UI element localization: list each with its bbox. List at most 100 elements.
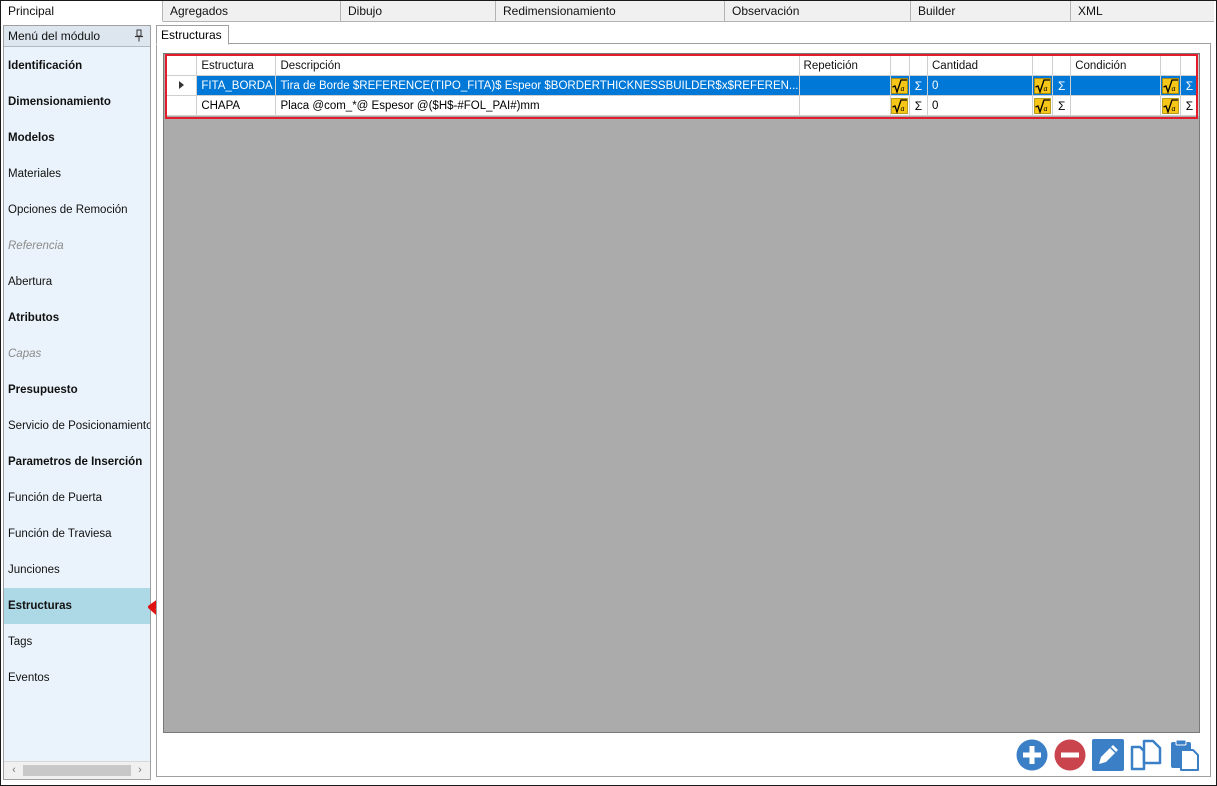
header-condicion[interactable]: Condición [1070, 55, 1161, 76]
tab-xml[interactable]: XML [1071, 1, 1214, 21]
tab-redimensionamiento[interactable]: Redimensionamiento [496, 1, 725, 21]
cell-fx[interactable]: a [889, 75, 911, 96]
sidebar-items: Identificación Dimensionamiento Modelos Mat… [4, 48, 150, 696]
sidebar-item-junciones[interactable]: Junciones [4, 552, 150, 588]
tab-agregados[interactable]: Agregados [163, 1, 341, 21]
header-blank [909, 55, 928, 76]
cell-sigma[interactable]: Σ [1052, 75, 1072, 96]
cell-descripcion[interactable]: Placa @com_*@ Espesor @($H$-#FOL_PAI#)mm [275, 95, 800, 116]
sigma-icon[interactable]: Σ [915, 79, 922, 93]
svg-text:a: a [1044, 104, 1048, 113]
copy-button[interactable] [1129, 738, 1163, 772]
sidebar-item-atributos[interactable]: Atributos [4, 300, 150, 336]
header-blank [1031, 55, 1054, 76]
row-header-corner [165, 55, 198, 76]
sidebar-item-estructuras[interactable]: Estructuras [4, 588, 150, 624]
sidebar-item-referencia: Referencia [8, 240, 64, 252]
cell-sigma[interactable]: Σ [1179, 95, 1200, 116]
sidebar-item-parametros-de-inserción[interactable]: Parametros de Inserción [4, 444, 150, 480]
sigma-icon[interactable]: Σ [1058, 79, 1065, 93]
sidebar-item-opciones-de-remoción[interactable]: Opciones de Remoción [4, 192, 150, 228]
scroll-left-arrow[interactable]: ‹ [6, 762, 22, 779]
table-row[interactable]: FITA_BORDA Tira de Borde $REFERENCE(TIPO_… [165, 75, 1200, 96]
sidebar-item-eventos[interactable]: Eventos [4, 660, 150, 696]
cell-repeticion[interactable] [798, 75, 891, 96]
edit-button[interactable] [1091, 738, 1125, 772]
tab-observacion[interactable]: Observación [725, 1, 911, 21]
cell-sigma[interactable]: Σ [909, 75, 928, 96]
paste-button[interactable] [1167, 738, 1201, 772]
row-header[interactable] [165, 75, 198, 96]
sidebar-item-identificación[interactable]: Identificación [4, 48, 150, 84]
tab-builder[interactable]: Builder [911, 1, 1071, 21]
sidebar-scrollbar[interactable]: ‹ › [4, 761, 150, 779]
sigma-icon[interactable]: Σ [1186, 99, 1193, 113]
scroll-thumb[interactable] [23, 765, 131, 776]
header-estructura[interactable]: Estructura [196, 55, 277, 76]
cell-sigma[interactable]: Σ [1052, 95, 1072, 116]
cell-estructura[interactable]: CHAPA [196, 95, 277, 116]
sidebar-item-modelos[interactable]: Modelos [4, 120, 150, 156]
tab-estructuras[interactable]: Estructuras [156, 25, 229, 45]
sidebar-item-servicio-de-posicionamiento[interactable]: Servicio de Posicionamiento [4, 408, 150, 444]
sidebar-item-abertura[interactable]: Abertura [4, 264, 150, 300]
svg-text:a: a [901, 84, 905, 93]
cell-descripcion[interactable]: Tira de Borde $REFERENCE(TIPO_FITA)$ Esp… [275, 75, 800, 96]
cell-condicion[interactable] [1070, 75, 1161, 96]
svg-text:a: a [901, 104, 905, 113]
module-menu-sidebar: Menú del módulo Identificación Dimensiona… [3, 25, 151, 780]
row-header[interactable] [165, 95, 198, 116]
header-blank [889, 55, 911, 76]
cell-sigma[interactable]: Σ [909, 95, 928, 116]
pin-icon[interactable] [134, 29, 144, 42]
cell-fx[interactable]: a [1159, 95, 1181, 116]
cell-sigma[interactable]: Σ [1179, 75, 1200, 96]
sidebar-item-dimensionamiento[interactable]: Dimensionamiento [4, 84, 150, 120]
cell-cantidad[interactable]: 0 [927, 95, 1033, 116]
svg-text:a: a [1044, 84, 1048, 93]
formula-editor-icon[interactable]: a [891, 97, 909, 114]
cell-fx[interactable]: a [1031, 75, 1054, 96]
formula-editor-icon[interactable]: a [1161, 97, 1179, 114]
structures-grid: Estructura Descripción Repetición Cantid… [163, 53, 1200, 733]
sidebar-item-capas: Capas [8, 348, 42, 360]
formula-editor-icon[interactable]: a [1034, 97, 1051, 114]
tab-dibujo[interactable]: Dibujo [341, 1, 496, 21]
cell-estructura[interactable]: FITA_BORDA [196, 75, 277, 96]
row-pointer-icon [179, 81, 185, 90]
table-row[interactable]: CHAPA Placa @com_*@ Espesor @($H$-#FOL_PA… [165, 95, 1200, 116]
cell-fx[interactable]: a [889, 95, 911, 116]
sidebar-title: Menú del módulo [8, 29, 101, 43]
sidebar-item-materiales[interactable]: Materiales [4, 156, 150, 192]
scroll-right-arrow[interactable]: › [132, 762, 148, 779]
cell-cantidad[interactable]: 0 [927, 75, 1033, 96]
sidebar-item-presupuesto[interactable]: Presupuesto [4, 372, 150, 408]
formula-editor-icon[interactable]: a [891, 77, 909, 94]
cell-repeticion[interactable] [798, 95, 891, 116]
add-button[interactable] [1015, 738, 1049, 772]
header-blank [1159, 55, 1181, 76]
header-blank [1052, 55, 1072, 76]
header-descripcion[interactable]: Descripción [275, 55, 800, 76]
svg-text:a: a [1171, 104, 1175, 113]
formula-editor-icon[interactable]: a [1034, 77, 1051, 94]
header-cantidad[interactable]: Cantidad [927, 55, 1033, 76]
sigma-icon[interactable]: Σ [1058, 99, 1065, 113]
sigma-icon[interactable]: Σ [915, 99, 922, 113]
formula-editor-icon[interactable]: a [1161, 77, 1179, 94]
header-blank [1179, 55, 1200, 76]
sigma-icon[interactable]: Σ [1186, 79, 1193, 93]
cell-fx[interactable]: a [1031, 95, 1054, 116]
tab-principal[interactable]: Principal [1, 1, 163, 22]
header-repeticion[interactable]: Repetición [798, 55, 891, 76]
sidebar-item-función-de-traviesa[interactable]: Función de Traviesa [4, 516, 150, 552]
structures-table: Estructura Descripción Repetición Cantid… [165, 55, 1200, 116]
remove-button[interactable] [1053, 738, 1087, 772]
svg-text:a: a [1171, 84, 1175, 93]
sidebar-item-función-de-puerta[interactable]: Función de Puerta [4, 480, 150, 516]
cell-fx[interactable]: a [1159, 75, 1181, 96]
table-header-row: Estructura Descripción Repetición Cantid… [165, 55, 1200, 76]
sidebar-item-tags[interactable]: Tags [4, 624, 150, 660]
cell-condicion[interactable] [1070, 95, 1161, 116]
main-tab-bar: Principal Agregados Dibujo Redimensionam… [1, 1, 1214, 22]
